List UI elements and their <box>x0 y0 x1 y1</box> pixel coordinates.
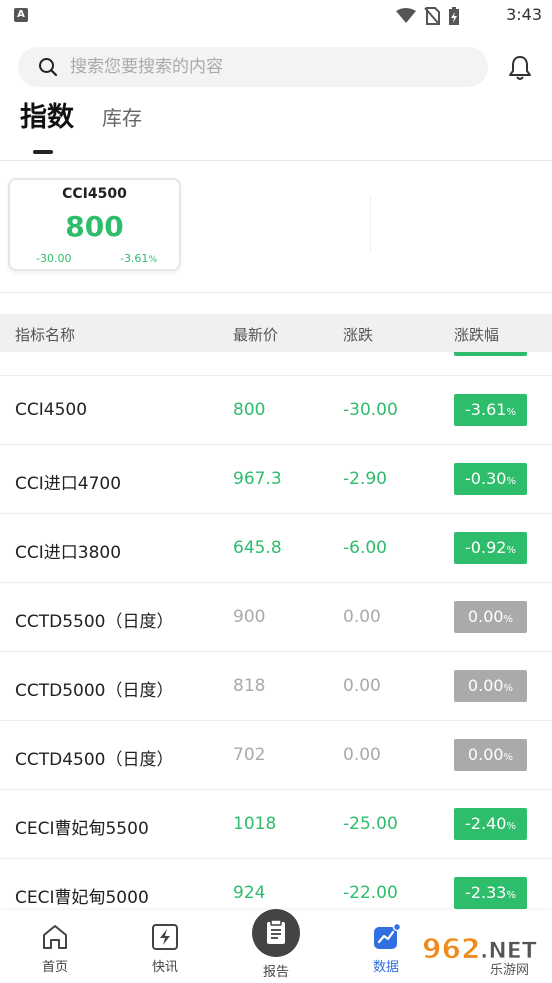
header-percent[interactable]: 涨跌幅 <box>454 324 499 345</box>
row-price: 924 <box>233 883 266 903</box>
nav-report-button[interactable] <box>252 909 300 957</box>
svg-text:.NET: .NET <box>480 939 537 964</box>
row-price: 900 <box>233 607 266 627</box>
index-card-percent: -3.61% <box>119 252 157 265</box>
row-change: 0.00 <box>343 676 381 696</box>
clock: 3:43 <box>506 5 542 24</box>
table-row[interactable]: CCTD5500（日度） 900 0.00 0.00% <box>0 582 552 651</box>
index-table: CCI4500 800 -30.00 -3.61% CCI进口4700 967.… <box>0 375 552 927</box>
row-change: -2.90 <box>343 469 387 489</box>
index-card-price: 800 <box>65 210 124 243</box>
table-row[interactable]: CCI进口4700 967.3 -2.90 -0.30% <box>0 444 552 513</box>
home-icon <box>43 925 67 949</box>
row-change: -6.00 <box>343 538 387 558</box>
nav-report-label: 报告 <box>262 965 289 980</box>
row-percent-badge: -0.92% <box>454 532 527 564</box>
svg-text:乐游网: 乐游网 <box>490 963 529 978</box>
row-change: -30.00 <box>343 400 398 420</box>
table-row[interactable]: CCTD4500（日度） 702 0.00 0.00% <box>0 720 552 789</box>
row-change: -22.00 <box>343 883 398 903</box>
table-row[interactable]: CCTD5000（日度） 818 0.00 0.00% <box>0 651 552 720</box>
row-percent-badge: -2.40% <box>454 808 527 840</box>
search-bar[interactable] <box>18 47 488 87</box>
row-change: -25.00 <box>343 814 398 834</box>
table-header: 指标名称 最新价 涨跌 涨跌幅 <box>0 314 552 352</box>
index-card[interactable]: CCI4500 800 -30.00 -3.61% <box>8 178 181 271</box>
search-input[interactable] <box>70 57 450 77</box>
nav-flash-label: 快讯 <box>151 960 178 975</box>
header-name[interactable]: 指标名称 <box>15 324 75 345</box>
row-percent-badge: 0.00% <box>454 670 527 702</box>
index-card-change: -30.00 <box>36 252 72 265</box>
battery-charging-icon <box>449 7 459 25</box>
row-price: 702 <box>233 745 266 765</box>
row-price: 800 <box>233 400 266 420</box>
nav-data[interactable]: 数据 <box>351 922 421 975</box>
flash-icon <box>152 924 178 950</box>
clipboard-icon <box>267 919 285 944</box>
nav-flash[interactable]: 快讯 <box>130 922 200 975</box>
system-icons <box>396 6 460 26</box>
row-name: CCTD5000（日度） <box>15 681 174 701</box>
row-percent-badge: -3.61% <box>454 394 527 426</box>
table-row[interactable]: CCI4500 800 -30.00 -3.61% <box>0 375 552 444</box>
row-name: CCTD5500（日度） <box>15 612 174 632</box>
row-change: 0.00 <box>343 745 381 765</box>
divider <box>0 160 552 161</box>
row-name: CCI进口3800 <box>15 543 122 563</box>
svg-text:962: 962 <box>422 932 480 965</box>
no-sim-icon <box>424 7 440 25</box>
row-name: CECI曹妃甸5000 <box>15 888 149 908</box>
row-name: CCI4500 <box>15 400 88 420</box>
bell-icon[interactable] <box>506 54 534 82</box>
row-name: CCI进口4700 <box>15 474 122 494</box>
category-tabs: 指数 库存 <box>20 95 142 154</box>
row-price: 818 <box>233 676 266 696</box>
card-separator <box>370 196 371 252</box>
search-icon <box>39 58 58 77</box>
notification-a-icon: A <box>14 8 28 22</box>
sort-indicator <box>454 352 527 356</box>
row-percent-badge: -2.33% <box>454 877 527 909</box>
row-percent-badge: -0.30% <box>454 463 527 495</box>
index-card-name: CCI4500 <box>62 186 127 202</box>
row-price: 645.8 <box>233 538 282 558</box>
header-price[interactable]: 最新价 <box>233 324 278 345</box>
row-percent-badge: 0.00% <box>454 601 527 633</box>
wifi-icon <box>396 8 416 23</box>
row-percent-badge: 0.00% <box>454 739 527 771</box>
tab-index[interactable]: 指数 <box>20 95 74 154</box>
table-row[interactable]: CCI进口3800 645.8 -6.00 -0.92% <box>0 513 552 582</box>
row-change: 0.00 <box>343 607 381 627</box>
tab-inventory[interactable]: 库存 <box>102 102 142 131</box>
row-price: 967.3 <box>233 469 282 489</box>
nav-data-label: 数据 <box>372 960 399 975</box>
watermark-logo: 962 .NET 乐游网 <box>422 932 538 979</box>
row-price: 1018 <box>233 814 277 834</box>
table-row[interactable]: CECI曹妃甸5500 1018 -25.00 -2.40% <box>0 789 552 858</box>
status-bar: A 3:43 <box>0 0 552 30</box>
nav-home-label: 首页 <box>41 960 68 975</box>
row-name: CECI曹妃甸5500 <box>15 819 149 839</box>
chart-trend-icon <box>374 922 401 949</box>
header-change[interactable]: 涨跌 <box>343 324 373 345</box>
divider <box>0 292 552 293</box>
row-name: CCTD4500（日度） <box>15 750 174 770</box>
nav-home[interactable]: 首页 <box>20 922 90 975</box>
